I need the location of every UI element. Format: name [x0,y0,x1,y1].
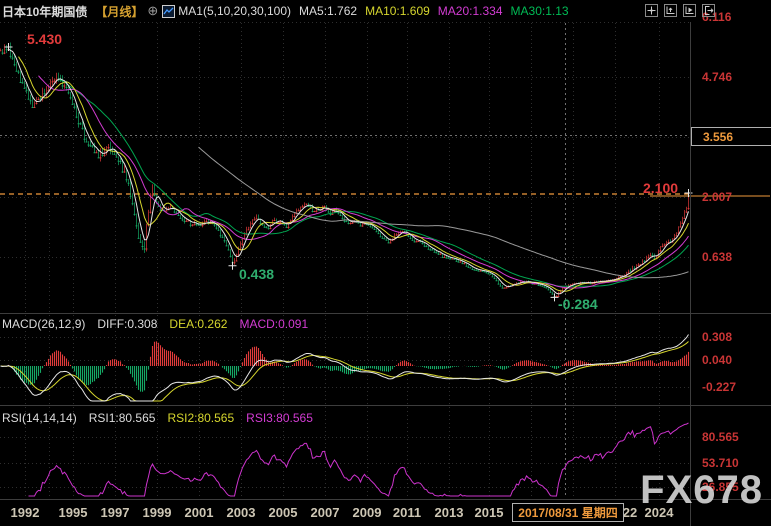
rsi3-value: RSI3:80.565 [246,411,313,425]
crosshair-date-box: 2017/08/31 星期四 [512,503,624,522]
chart-toolbar [645,4,718,17]
rsi2-value: RSI2:80.565 [167,411,234,425]
ma10-value: MA10:1.609 [365,4,430,18]
macd-macd-value: MACD:0.091 [239,317,308,331]
ma20-value: MA20:1.334 [438,4,503,18]
macd-diff-value: DIFF:0.308 [97,317,157,331]
rsi1-value: RSI1:80.565 [89,411,156,425]
macd-name: MACD(26,12,9) [2,317,85,331]
expand-chart-icon[interactable] [683,4,696,17]
add-indicator-icon[interactable]: ⊕ [147,3,158,19]
rsi-name: RSI(14,14,14) [2,411,77,425]
ma30-value: MA30:1.13 [511,4,569,18]
period-label[interactable]: 【月线】 [95,3,143,20]
macd-pane-header: MACD(26,12,9) DIFF:0.308 DEA:0.262 MACD:… [2,317,308,331]
bond-chart-app: 日本10年期国债 【月线】 ⊕ MA1(5,10,20,30,100) MA5:… [0,0,771,526]
ma5-value: MA5:1.762 [299,4,357,18]
rsi-pane-header: RSI(14,14,14) RSI1:80.565 RSI2:80.565 RS… [2,411,313,425]
mini-line-chart-icon[interactable] [162,5,175,18]
chart-canvas[interactable] [0,0,771,526]
compress-chart-icon[interactable] [664,4,677,17]
fx678-watermark: FX678 [640,470,763,510]
ma-settings-label: MA1(5,10,20,30,100) [178,4,291,18]
instrument-title: 日本10年期国债 [2,3,87,20]
macd-dea-value: DEA:0.262 [169,317,227,331]
crosshair-tool-icon[interactable] [645,4,658,17]
crosshair-price-box: 3.556 [691,127,771,146]
exit-chart-icon[interactable] [702,4,715,17]
